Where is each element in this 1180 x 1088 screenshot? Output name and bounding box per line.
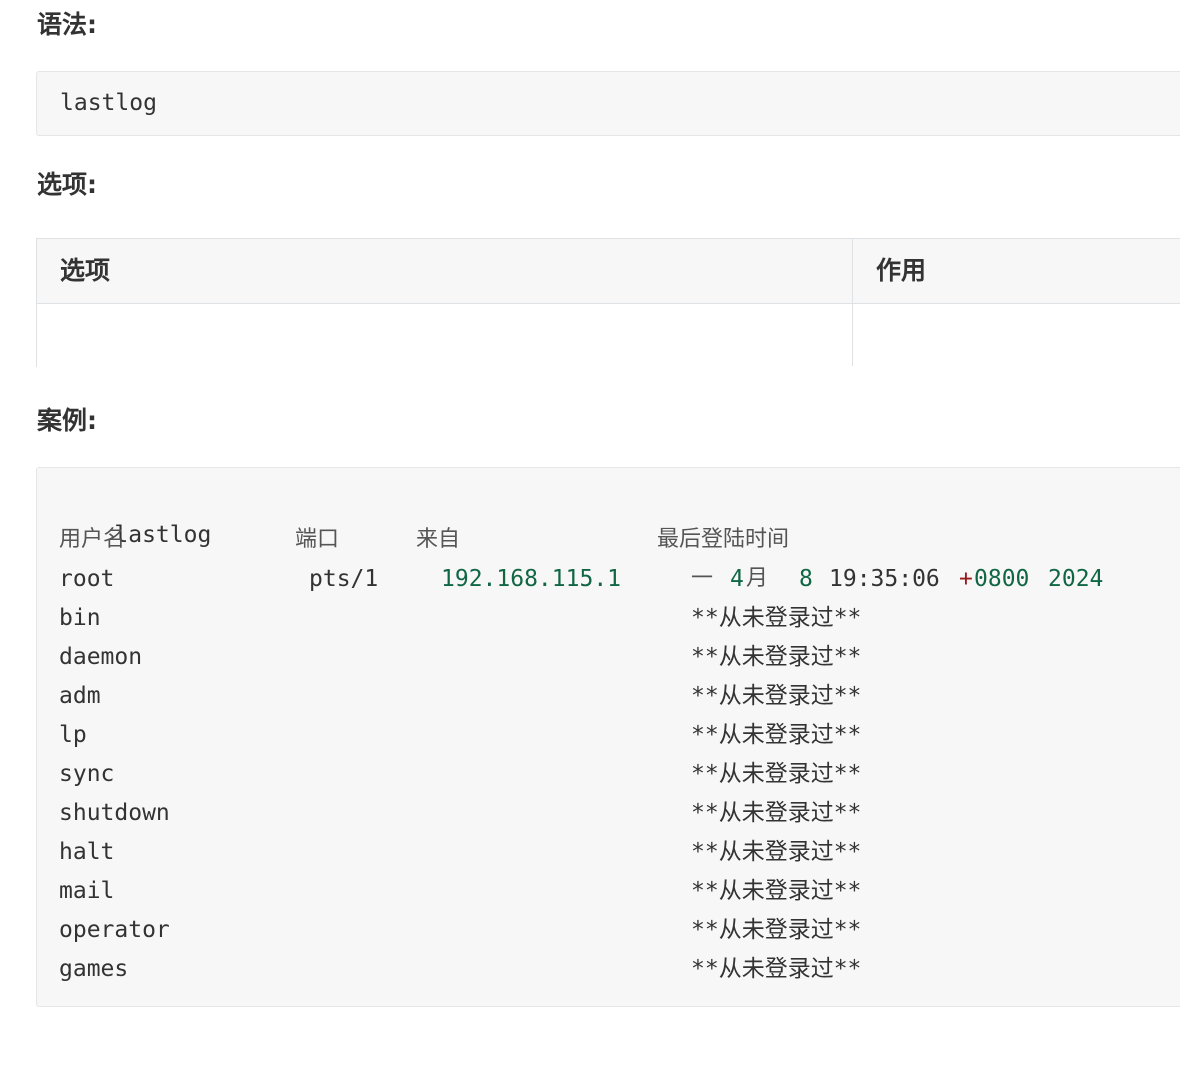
header-port: 端口 xyxy=(295,527,340,552)
root-from: 192.168.115.1 xyxy=(441,566,622,592)
never-logged-text: **从未登录过** xyxy=(691,761,862,787)
user-name: lp xyxy=(59,722,87,748)
never-logged-text: **从未登录过** xyxy=(691,839,862,865)
syntax-heading: 语法: xyxy=(37,10,97,39)
list-item: mail **从未登录过** xyxy=(59,874,1059,908)
user-name: adm xyxy=(59,683,101,709)
root-row-line: root pts/1 192.168.115.1 一 4 月 8 19:35:0… xyxy=(59,562,1159,596)
options-heading: 选项: xyxy=(37,170,97,199)
root-port: pts/1 xyxy=(309,566,379,592)
table-header-purpose: 作用 xyxy=(876,256,927,285)
syntax-code-block: lastlog xyxy=(36,71,1180,136)
never-logged-text: **从未登录过** xyxy=(691,878,862,904)
list-item: adm **从未登录过** xyxy=(59,679,1059,713)
table-header-option: 选项 xyxy=(60,256,111,285)
user-name: mail xyxy=(59,878,115,904)
user-name: halt xyxy=(59,839,115,865)
user-name: games xyxy=(59,956,129,982)
table-column-divider xyxy=(852,239,853,366)
never-logged-text: **从未登录过** xyxy=(691,644,862,670)
list-item: operator **从未登录过** xyxy=(59,913,1059,947)
list-item: halt **从未登录过** xyxy=(59,835,1059,869)
list-item: bin **从未登录过** xyxy=(59,601,1059,635)
root-month-unit: 月 xyxy=(746,566,769,591)
output-header-line: 用户名 端口 来自 最后登陆时间 xyxy=(59,523,1059,557)
user-name: daemon xyxy=(59,644,143,670)
syntax-code: lastlog xyxy=(60,90,157,116)
example-command-line: lastlog xyxy=(59,484,211,548)
never-logged-text: **从未登录过** xyxy=(691,800,862,826)
root-year: 2024 xyxy=(1048,566,1104,592)
root-weekday: 一 xyxy=(691,566,714,591)
header-username: 用户名 xyxy=(59,527,126,552)
list-item: games **从未登录过** xyxy=(59,952,1059,986)
list-item: shutdown **从未登录过** xyxy=(59,796,1059,830)
never-logged-text: **从未登录过** xyxy=(691,917,862,943)
never-logged-text: **从未登录过** xyxy=(691,956,862,982)
list-item: sync **从未登录过** xyxy=(59,757,1059,791)
root-day: 8 xyxy=(799,566,813,592)
table-header-row: 选项 作用 xyxy=(37,239,1180,304)
user-name: bin xyxy=(59,605,101,631)
never-logged-text: **从未登录过** xyxy=(691,605,862,631)
header-from: 来自 xyxy=(416,527,461,552)
root-user: root xyxy=(59,566,115,592)
user-name: shutdown xyxy=(59,800,170,826)
never-logged-text: **从未登录过** xyxy=(691,722,862,748)
options-table: 选项 作用 xyxy=(36,238,1180,367)
user-name: operator xyxy=(59,917,170,943)
list-item: daemon **从未登录过** xyxy=(59,640,1059,674)
example-heading: 案例: xyxy=(37,406,97,435)
list-item: lp **从未登录过** xyxy=(59,718,1059,752)
table-row xyxy=(37,304,1180,367)
header-last-login: 最后登陆时间 xyxy=(657,527,790,552)
never-logged-text: **从未登录过** xyxy=(691,683,862,709)
example-code-block: lastlog 用户名 端口 来自 最后登陆时间 root pts/1 192.… xyxy=(36,467,1180,1007)
root-time: 19:35:06 xyxy=(829,566,940,592)
root-month-num: 4 xyxy=(730,566,744,592)
user-name: sync xyxy=(59,761,115,787)
root-tz: 0800 xyxy=(974,566,1030,592)
root-tz-sign: + xyxy=(959,566,973,592)
